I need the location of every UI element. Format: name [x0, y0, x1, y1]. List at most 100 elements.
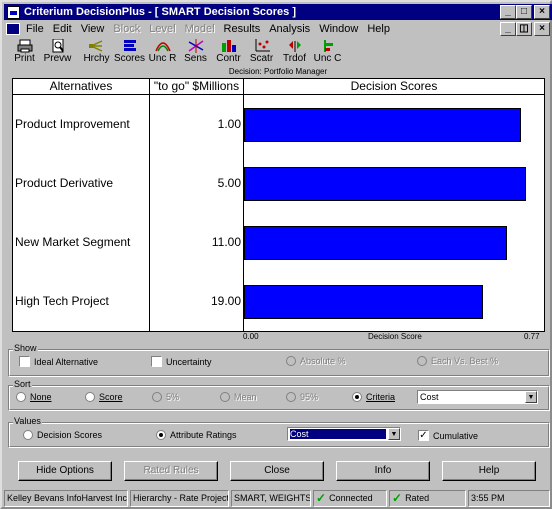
menu-window[interactable]: Window: [319, 23, 358, 35]
status-time: 3:55 PM: [468, 490, 550, 507]
uncertainty-range-tool[interactable]: Unc R: [146, 38, 179, 66]
each-vs-best-dot: [417, 356, 427, 366]
alternative-label[interactable]: Product Derivative: [15, 176, 113, 190]
sort-criteria-radio[interactable]: Criteria: [352, 392, 395, 402]
attribute-select[interactable]: Cost ▼: [287, 427, 401, 441]
help-button[interactable]: Help: [442, 461, 536, 481]
scatter-tool[interactable]: Scatr: [245, 38, 278, 66]
doc-minimize-button[interactable]: _: [500, 22, 516, 36]
checkmark-icon: ✓: [316, 491, 327, 505]
print-tool[interactable]: Print: [8, 38, 41, 66]
sort-criteria-value: Cost: [420, 392, 439, 402]
hide-options-button[interactable]: Hide Options: [18, 461, 112, 481]
title-bar[interactable]: Criterium DecisionPlus - [ SMART Decisio…: [4, 4, 552, 20]
scores-header[interactable]: Decision Scores: [244, 79, 544, 95]
alternative-label[interactable]: New Market Segment: [15, 235, 130, 249]
sort-95pct-dot: [286, 392, 296, 402]
tradeoff-icon: [288, 41, 301, 52]
close-window-button[interactable]: ×: [534, 5, 550, 19]
uncertainty-box[interactable]: [151, 356, 162, 367]
decision-scores-label: Decision Scores: [37, 430, 103, 440]
sort-5pct-radio: 5%: [152, 392, 179, 402]
sort-criteria-dot[interactable]: [352, 392, 362, 402]
printer-icon: [17, 39, 32, 53]
sort-none-label: None: [30, 392, 52, 402]
menu-help[interactable]: Help: [367, 23, 390, 35]
decision-scores-dot[interactable]: [23, 430, 33, 440]
sensitivity-tool[interactable]: Sens: [179, 38, 212, 66]
absolute-percent-radio: Absolute %: [286, 356, 346, 366]
sort-score-label: Score: [99, 392, 123, 402]
show-group: Show Ideal Alternative Uncertainty Absol…: [8, 343, 550, 377]
score-bar[interactable]: [244, 225, 507, 260]
alternatives-header[interactable]: Alternatives: [13, 79, 149, 95]
uncertainty-criteria-tool[interactable]: Unc C: [311, 38, 344, 66]
doc-restore-button[interactable]: ◫: [516, 22, 532, 36]
app-icon[interactable]: [7, 5, 20, 19]
status-rated-label: Rated: [405, 493, 430, 503]
rated-rules-button: Rated Rules: [124, 461, 218, 481]
axis-min-label: 0.00: [243, 332, 259, 341]
uncertainty-criteria-tool-label: Unc C: [313, 53, 342, 64]
hierarchy-tool-label: Hrchy: [83, 53, 110, 64]
menu-bar: File Edit View Block Level Model Results…: [4, 21, 552, 37]
uncertainty-checkbox[interactable]: Uncertainty: [151, 356, 212, 367]
status-connected: ✓ Connected: [313, 490, 387, 507]
sort-95pct-radio: 95%: [286, 392, 318, 402]
chevron-down-icon[interactable]: ▼: [388, 428, 400, 440]
sort-score-radio[interactable]: Score: [85, 392, 123, 402]
doc-close-button[interactable]: ×: [534, 22, 550, 36]
document-control-icon[interactable]: [6, 23, 20, 35]
score-bar[interactable]: [244, 166, 526, 201]
tradeoff-tool[interactable]: Trdof: [278, 38, 311, 66]
cost-value: 5.00: [217, 175, 241, 190]
document-caption: Decision: Portfolio Manager: [228, 67, 328, 76]
status-bar: Kelley Bevans InfoHarvest Inc. Hierarchy…: [4, 490, 552, 508]
menu-view[interactable]: View: [81, 23, 105, 35]
sort-score-dot[interactable]: [85, 392, 95, 402]
minimize-button[interactable]: _: [500, 5, 516, 19]
ideal-alternative-box[interactable]: [19, 356, 30, 367]
cumulative-checkbox[interactable]: ✓ Cumulative: [418, 430, 478, 441]
scores-tool[interactable]: Scores: [113, 38, 146, 66]
menu-analysis[interactable]: Analysis: [269, 23, 310, 35]
sort-none-dot[interactable]: [16, 392, 26, 402]
scores-tool-label: Scores: [113, 53, 146, 64]
close-button[interactable]: Close: [230, 461, 324, 481]
attribute-ratings-radio[interactable]: Attribute Ratings: [156, 430, 237, 440]
cumulative-box[interactable]: ✓: [418, 430, 429, 441]
each-vs-best-radio: Each Vs. Best %: [417, 356, 498, 366]
absolute-percent-label: Absolute %: [300, 356, 346, 366]
info-button[interactable]: Info: [336, 461, 430, 481]
decision-scores-radio[interactable]: Decision Scores: [23, 430, 102, 440]
menu-file[interactable]: File: [26, 23, 44, 35]
hierarchy-tool[interactable]: Hrchy: [80, 38, 113, 66]
ideal-alternative-checkbox[interactable]: Ideal Alternative: [19, 356, 98, 367]
maximize-button[interactable]: □: [516, 5, 532, 19]
sort-criteria-select[interactable]: Cost ▼: [417, 390, 538, 404]
cumulative-label: Cumulative: [433, 430, 479, 441]
alternative-label[interactable]: High Tech Project: [15, 294, 109, 308]
score-bar[interactable]: [244, 107, 521, 142]
application-window: Criterium DecisionPlus - [ SMART Decisio…: [0, 0, 552, 509]
sort-none-radio[interactable]: None: [16, 392, 52, 402]
menu-results[interactable]: Results: [224, 23, 261, 35]
attribute-ratings-dot[interactable]: [156, 430, 166, 440]
decision-scores-table: Alternatives "to go" $Millions Decision …: [12, 78, 545, 332]
chevron-down-icon[interactable]: ▼: [525, 391, 537, 403]
show-group-legend: Show: [13, 343, 38, 353]
menu-edit[interactable]: Edit: [53, 23, 72, 35]
cost-header[interactable]: "to go" $Millions: [150, 79, 243, 95]
menu-model: Model: [184, 23, 215, 35]
sort-group-legend: Sort: [13, 379, 32, 389]
axis-max-label: 0.77: [524, 332, 540, 341]
sort-5pct-label: 5%: [166, 392, 180, 402]
axis-title-label: Decision Score: [368, 332, 422, 341]
preview-tool[interactable]: Prevw: [41, 38, 74, 66]
sensitivity-icon: [188, 39, 203, 53]
status-hierarchy: Hierarchy - Rate Projects: [130, 490, 229, 507]
absolute-percent-dot: [286, 356, 296, 366]
contributions-tool[interactable]: Contr: [212, 38, 245, 66]
score-bar[interactable]: [244, 284, 483, 319]
alternative-label[interactable]: Product Improvement: [15, 117, 130, 131]
